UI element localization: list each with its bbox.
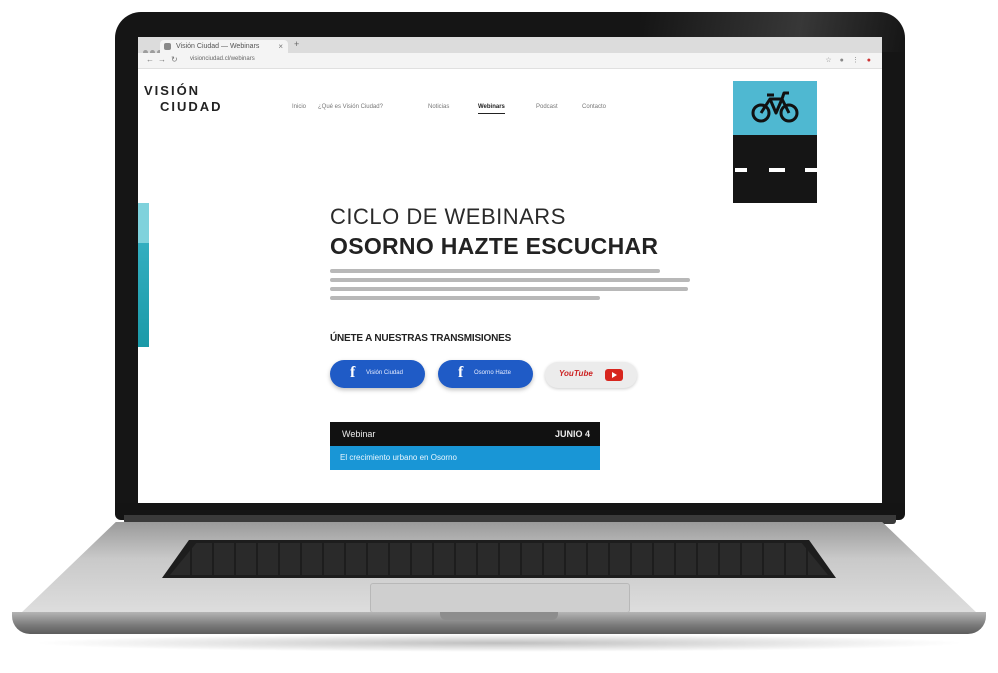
browser-tab[interactable]: Visión Ciudad — Webinars × [160,40,288,53]
table-header: Webinar JUNIO 4 [330,422,600,446]
hero-heading: CICLO DE WEBINARS [330,204,566,229]
hero-description [330,269,692,305]
facebook-icon: f [350,364,356,381]
lid-notch [440,612,558,620]
youtube-label: YouTube [559,369,593,378]
join-label: ÚNETE A NUESTRAS TRANSMISIONES [330,333,512,344]
menu-item-que-es[interactable]: ¿Qué es Visión Ciudad? [318,104,383,110]
description-line [330,269,660,273]
facebook-button-1-label: Visión Ciudad [366,370,403,376]
lane-dash [805,168,817,172]
hero-subheading: OSORNO HAZTE ESCUCHAR [330,233,659,259]
facebook-icon: f [458,364,464,381]
table-header-title: Webinar [342,429,376,439]
webinar-table: Webinar JUNIO 4 El crecimiento urbano en… [330,422,600,470]
description-line [330,296,600,300]
reload-icon[interactable]: ↻ [171,55,178,64]
tab-title: Visión Ciudad — Webinars [176,43,260,50]
menu-item-contacto[interactable]: Contacto [582,104,606,110]
logo-line1: VISIÓN [144,83,201,98]
laptop-screen: Visión Ciudad — Webinars × + ← → ↻ visio… [138,37,882,503]
forward-icon[interactable]: → [158,55,166,64]
menu-item-inicio[interactable]: Inicio [292,104,306,110]
menu-item-podcast[interactable]: Podcast [536,104,558,110]
browser-tab-bar: Visión Ciudad — Webinars × + [138,37,882,55]
description-line [330,287,688,291]
bicycle-icon [751,91,799,123]
menu-item-webinars-label: Webinars [478,104,505,110]
menu-item-webinars[interactable]: Webinars [478,104,505,114]
youtube-button[interactable]: YouTube [545,362,637,388]
bike-lane-graphic [733,81,817,203]
tab-close-icon[interactable]: × [278,40,283,53]
lane-dash [769,168,785,172]
lane-dash [735,168,747,172]
facebook-button-1[interactable]: f Visión Ciudad [330,360,425,388]
address-bar: ← → ↻ visionciudad.cl/webinars ☆ ● ⋮ ● [138,53,882,69]
table-row[interactable]: El crecimiento urbano en Osorno [330,446,600,470]
trackpad [370,583,630,613]
extension-icons[interactable]: ☆ ● ⋮ ● [825,56,874,64]
table-row-title: El crecimiento urbano en Osorno [340,453,457,462]
facebook-button-2[interactable]: f Osorno Hazte [438,360,533,388]
side-accent-highlight [138,203,149,243]
favicon-icon [164,43,171,50]
menu-item-noticias[interactable]: Noticias [428,104,449,110]
table-header-date: JUNIO 4 [554,429,590,439]
back-icon[interactable]: ← [146,55,154,64]
keyboard-keys [170,543,828,575]
facebook-button-2-label: Osorno Hazte [474,370,512,376]
url-field[interactable]: visionciudad.cl/webinars [190,56,255,62]
active-underline [478,113,505,114]
laptop-shadow [30,634,968,652]
play-icon [612,372,617,378]
new-tab-button[interactable]: + [294,39,299,49]
logo-line2: CIUDAD [160,99,223,114]
description-line [330,278,690,282]
